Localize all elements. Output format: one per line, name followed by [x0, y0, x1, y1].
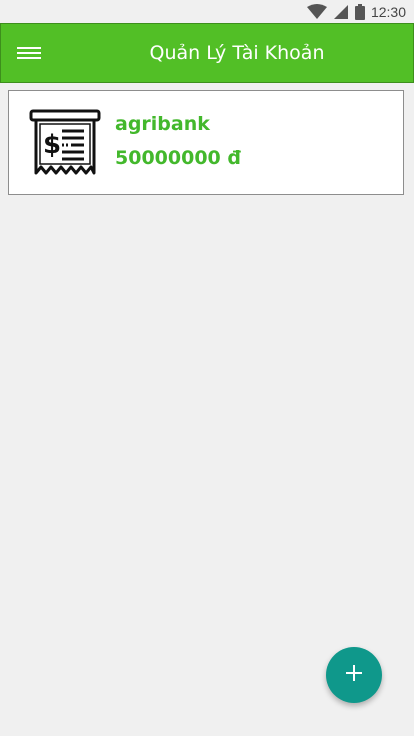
hamburger-menu-icon	[17, 45, 41, 65]
account-balance: 50000000 đ	[115, 147, 241, 169]
account-name: agribank	[115, 113, 210, 135]
battery-icon	[354, 4, 365, 20]
plus-icon	[345, 664, 363, 686]
page-title: Quản Lý Tài Khoản	[149, 42, 325, 64]
wifi-icon	[306, 4, 327, 20]
account-card[interactable]: $ agribank 50000000 đ	[8, 90, 404, 195]
status-bar: 12:30	[0, 0, 414, 24]
receipt-icon: $	[29, 109, 101, 181]
app-bar: Quản Lý Tài Khoản	[0, 23, 414, 83]
svg-text:$: $	[43, 130, 61, 160]
status-icons: 12:30	[306, 0, 406, 24]
add-account-button[interactable]	[326, 647, 382, 703]
signal-icon	[333, 4, 349, 20]
status-time: 12:30	[370, 4, 406, 20]
menu-button[interactable]	[15, 41, 43, 69]
